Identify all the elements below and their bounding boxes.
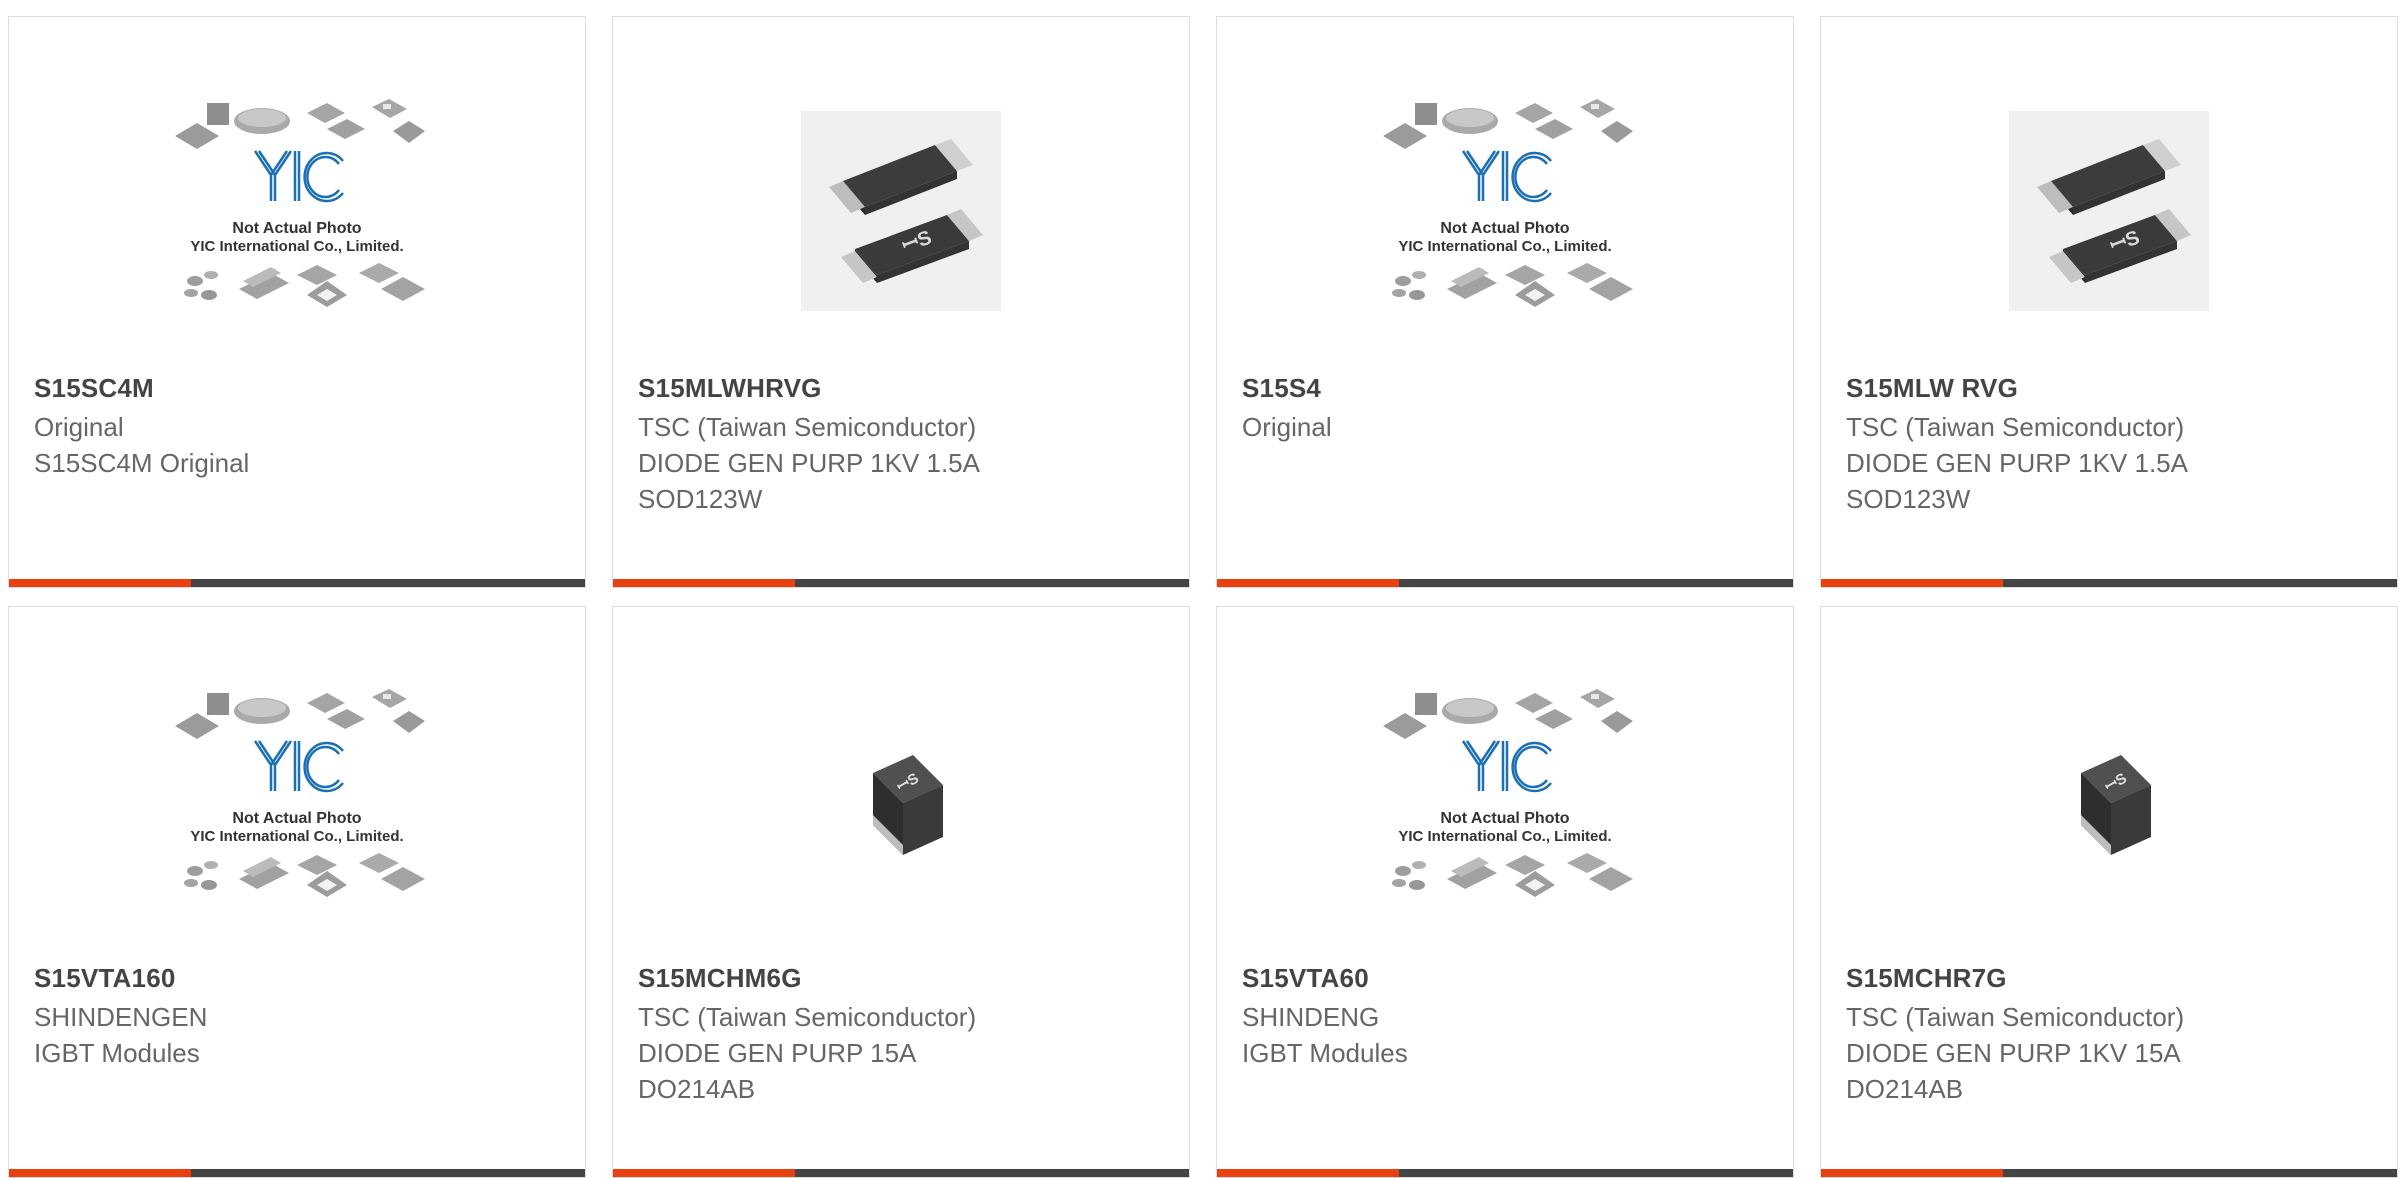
placeholder-note: Not Actual Photo bbox=[1440, 810, 1569, 827]
product-part-number[interactable]: S15MLW RVG bbox=[1846, 373, 2018, 404]
product-manufacturer: SHINDENG bbox=[1242, 1002, 1380, 1032]
product-package: DO214AB bbox=[1846, 1074, 1964, 1104]
placeholder-company: YIC International Co., Limited. bbox=[190, 238, 403, 255]
product-thumbnail[interactable] bbox=[1821, 61, 2397, 361]
card-accent-highlight bbox=[1821, 1169, 2003, 1177]
product-description: DIODE GEN PURP 15A bbox=[638, 1038, 917, 1068]
product-manufacturer: TSC (Taiwan Semiconductor) bbox=[1846, 1002, 2185, 1032]
card-accent-bar bbox=[1821, 579, 2397, 587]
placeholder-company: YIC International Co., Limited. bbox=[190, 828, 403, 845]
card-accent-highlight bbox=[9, 579, 191, 587]
product-description: IGBT Modules bbox=[34, 1038, 200, 1068]
product-thumbnail[interactable]: Not Actual Photo YIC International Co., … bbox=[1217, 651, 1793, 951]
product-description: DIODE GEN PURP 1KV 1.5A bbox=[638, 448, 980, 478]
yic-placeholder-image[interactable]: Not Actual Photo YIC International Co., … bbox=[162, 681, 432, 921]
card-accent-bar bbox=[613, 579, 1189, 587]
product-description: S15SC4M Original bbox=[34, 448, 250, 478]
card-accent-bar bbox=[9, 1169, 585, 1177]
card-accent-highlight bbox=[1217, 579, 1399, 587]
product-thumbnail[interactable] bbox=[613, 651, 1189, 951]
placeholder-company: YIC International Co., Limited. bbox=[1398, 238, 1611, 255]
product-manufacturer: TSC (Taiwan Semiconductor) bbox=[638, 412, 977, 442]
card-accent-bar bbox=[1821, 1169, 2397, 1177]
product-grid: Not Actual Photo YIC International Co., … bbox=[0, 0, 2400, 1178]
product-part-number[interactable]: S15SC4M bbox=[34, 373, 154, 404]
product-part-number[interactable]: S15S4 bbox=[1242, 373, 1321, 404]
product-thumbnail[interactable] bbox=[613, 61, 1189, 361]
card-accent-highlight bbox=[1217, 1169, 1399, 1177]
do214ab-package-image[interactable] bbox=[821, 721, 981, 881]
product-package: SOD123W bbox=[638, 484, 763, 514]
product-card[interactable]: Not Actual Photo YIC International Co., … bbox=[8, 16, 586, 588]
product-card[interactable]: S15MCHM6G TSC (Taiwan Semiconductor) DIO… bbox=[612, 606, 1190, 1178]
card-accent-bar bbox=[613, 1169, 1189, 1177]
product-part-number[interactable]: S15VTA160 bbox=[34, 963, 176, 994]
product-manufacturer: Original bbox=[34, 412, 124, 442]
product-part-number[interactable]: S15MLWHRVG bbox=[638, 373, 822, 404]
product-part-number[interactable]: S15VTA60 bbox=[1242, 963, 1369, 994]
card-accent-highlight bbox=[613, 1169, 795, 1177]
card-accent-highlight bbox=[9, 1169, 191, 1177]
placeholder-note: Not Actual Photo bbox=[1440, 220, 1569, 237]
placeholder-note: Not Actual Photo bbox=[232, 810, 361, 827]
yic-placeholder-image[interactable]: Not Actual Photo YIC International Co., … bbox=[162, 91, 432, 331]
product-card[interactable]: S15MCHR7G TSC (Taiwan Semiconductor) DIO… bbox=[1820, 606, 2398, 1178]
sod123w-package-image[interactable] bbox=[2009, 111, 2209, 311]
placeholder-company: YIC International Co., Limited. bbox=[1398, 828, 1611, 845]
card-accent-bar bbox=[1217, 1169, 1793, 1177]
product-thumbnail[interactable] bbox=[1821, 651, 2397, 951]
sod123w-package-image[interactable] bbox=[801, 111, 1001, 311]
product-manufacturer: Original bbox=[1242, 412, 1332, 442]
product-package: SOD123W bbox=[1846, 484, 1971, 514]
card-accent-bar bbox=[1217, 579, 1793, 587]
card-accent-highlight bbox=[1821, 579, 2003, 587]
yic-placeholder-image[interactable]: Not Actual Photo YIC International Co., … bbox=[1370, 681, 1640, 921]
product-package: DO214AB bbox=[638, 1074, 756, 1104]
product-manufacturer: TSC (Taiwan Semiconductor) bbox=[1846, 412, 2185, 442]
product-card[interactable]: Not Actual Photo YIC International Co., … bbox=[1216, 606, 1794, 1178]
card-accent-bar bbox=[9, 579, 585, 587]
product-description: IGBT Modules bbox=[1242, 1038, 1408, 1068]
do214ab-package-image[interactable] bbox=[2029, 721, 2189, 881]
product-card[interactable]: Not Actual Photo YIC International Co., … bbox=[1216, 16, 1794, 588]
product-thumbnail[interactable]: Not Actual Photo YIC International Co., … bbox=[9, 651, 585, 951]
product-description: DIODE GEN PURP 1KV 15A bbox=[1846, 1038, 2181, 1068]
card-accent-highlight bbox=[613, 579, 795, 587]
yic-placeholder-image[interactable]: Not Actual Photo YIC International Co., … bbox=[1370, 91, 1640, 331]
product-manufacturer: TSC (Taiwan Semiconductor) bbox=[638, 1002, 977, 1032]
product-manufacturer: SHINDENGEN bbox=[34, 1002, 208, 1032]
product-thumbnail[interactable]: Not Actual Photo YIC International Co., … bbox=[1217, 61, 1793, 361]
product-thumbnail[interactable]: Not Actual Photo YIC International Co., … bbox=[9, 61, 585, 361]
product-card[interactable]: Not Actual Photo YIC International Co., … bbox=[8, 606, 586, 1178]
product-card[interactable]: S15MLWHRVG TSC (Taiwan Semiconductor) DI… bbox=[612, 16, 1190, 588]
product-card[interactable]: S15MLW RVG TSC (Taiwan Semiconductor) DI… bbox=[1820, 16, 2398, 588]
product-description: DIODE GEN PURP 1KV 1.5A bbox=[1846, 448, 2188, 478]
product-part-number[interactable]: S15MCHM6G bbox=[638, 963, 802, 994]
product-part-number[interactable]: S15MCHR7G bbox=[1846, 963, 2007, 994]
placeholder-note: Not Actual Photo bbox=[232, 220, 361, 237]
